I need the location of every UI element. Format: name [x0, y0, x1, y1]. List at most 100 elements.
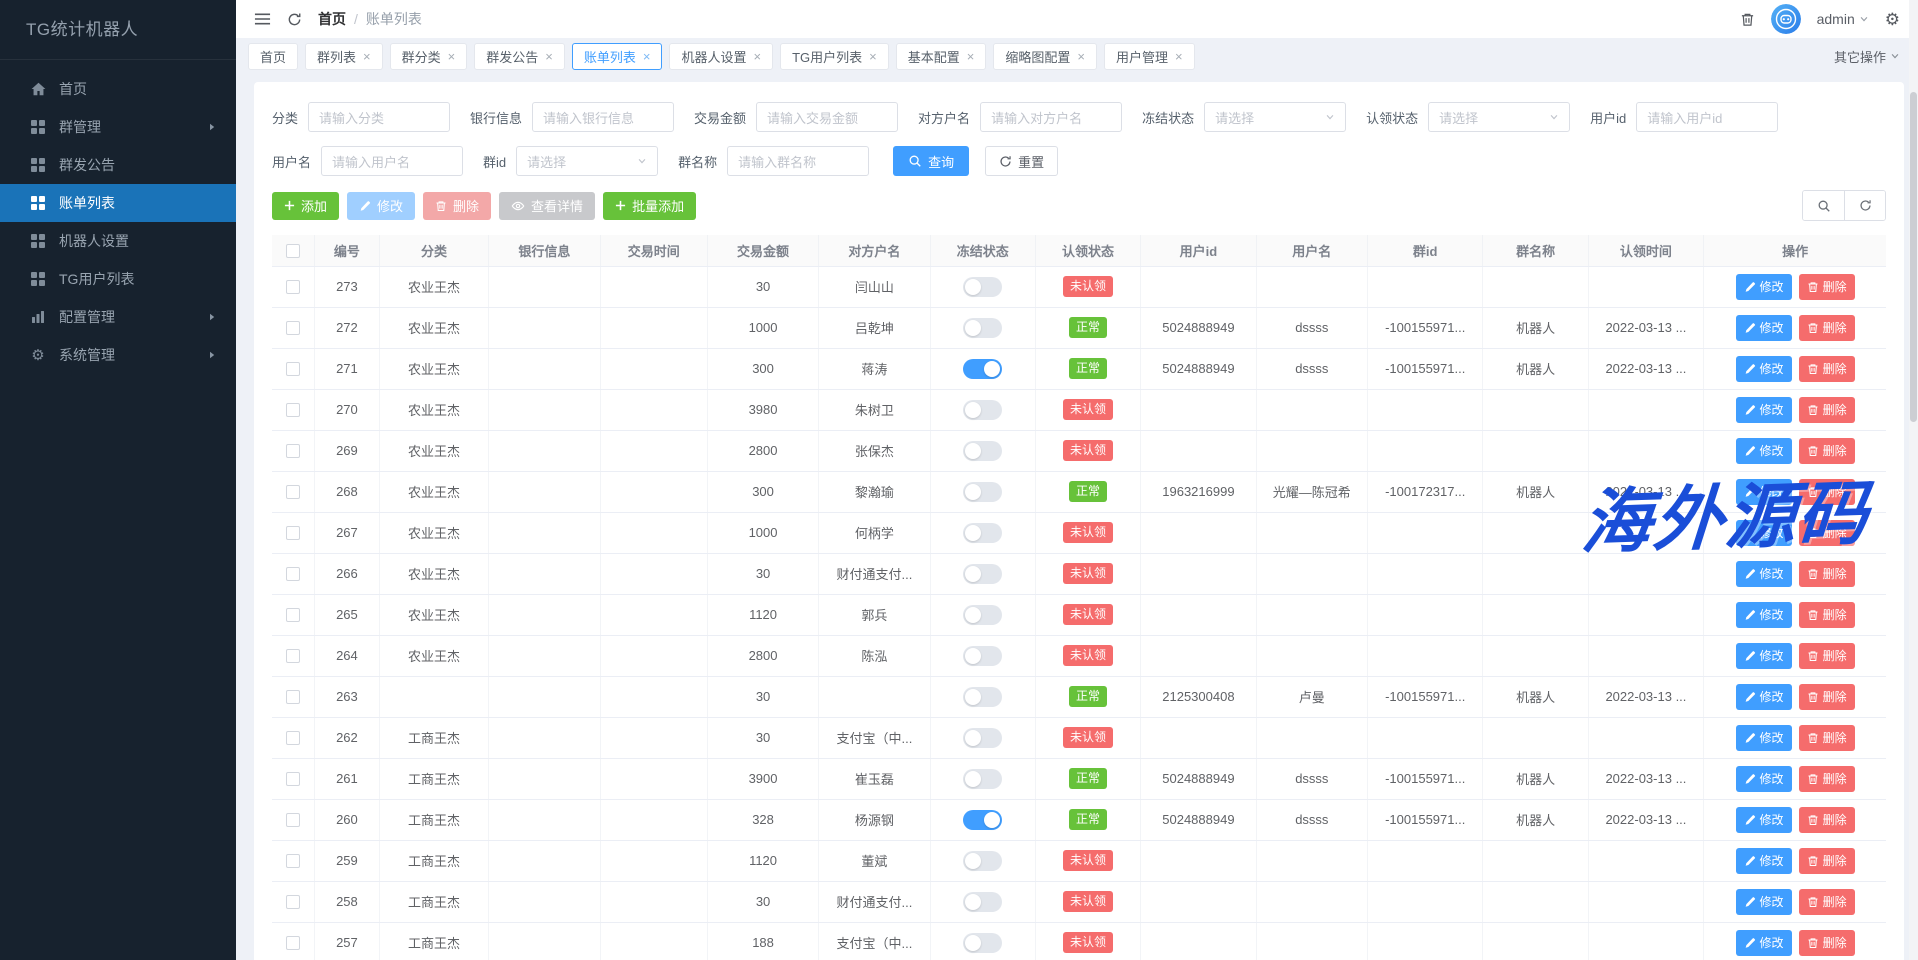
row-edit-button[interactable]: 修改 [1736, 397, 1792, 423]
tab-home[interactable]: 首页 [248, 43, 298, 70]
reset-button[interactable]: 重置 [985, 146, 1058, 176]
close-icon[interactable]: × [643, 49, 651, 64]
row-delete-button[interactable]: 删除 [1799, 315, 1855, 341]
row-checkbox[interactable] [286, 608, 300, 622]
tab-robot-settings[interactable]: 机器人设置× [669, 43, 773, 70]
filter-category-input[interactable]: 请输入分类 [308, 102, 450, 132]
row-checkbox[interactable] [286, 280, 300, 294]
scrollbar-thumb[interactable] [1910, 92, 1917, 422]
close-icon[interactable]: × [1175, 49, 1183, 64]
row-delete-button[interactable]: 删除 [1799, 643, 1855, 669]
frozen-toggle[interactable] [963, 359, 1002, 379]
row-edit-button[interactable]: 修改 [1736, 889, 1792, 915]
filter-user-id-input[interactable]: 请输入用户id [1636, 102, 1778, 132]
frozen-toggle[interactable] [963, 728, 1002, 748]
sidebar-item-group-manage[interactable]: 群管理 [0, 108, 236, 146]
sidebar-item-tg-user-list[interactable]: TG用户列表 [0, 260, 236, 298]
trash-icon[interactable] [1740, 12, 1755, 27]
tab-tg-user-list[interactable]: TG用户列表× [780, 43, 889, 70]
frozen-toggle[interactable] [963, 605, 1002, 625]
row-checkbox[interactable] [286, 526, 300, 540]
table-search-button[interactable] [1803, 191, 1844, 220]
tab-thumbnail-config[interactable]: 缩略图配置× [993, 43, 1097, 70]
frozen-toggle[interactable] [963, 441, 1002, 461]
gear-icon[interactable]: ⚙ [1885, 11, 1900, 28]
row-edit-button[interactable]: 修改 [1736, 315, 1792, 341]
close-icon[interactable]: × [967, 49, 975, 64]
sidebar-item-system-manage[interactable]: ⚙系统管理 [0, 336, 236, 374]
table-refresh-button[interactable] [1844, 191, 1885, 220]
frozen-toggle[interactable] [963, 892, 1002, 912]
row-edit-button[interactable]: 修改 [1736, 602, 1792, 628]
row-edit-button[interactable]: 修改 [1736, 807, 1792, 833]
row-edit-button[interactable]: 修改 [1736, 848, 1792, 874]
row-delete-button[interactable]: 删除 [1799, 438, 1855, 464]
frozen-toggle[interactable] [963, 769, 1002, 789]
refresh-icon[interactable] [287, 12, 302, 27]
frozen-toggle[interactable] [963, 523, 1002, 543]
filter-user-name-input[interactable]: 请输入用户名 [321, 146, 463, 176]
row-checkbox[interactable] [286, 895, 300, 909]
row-checkbox[interactable] [286, 444, 300, 458]
row-edit-button[interactable]: 修改 [1736, 520, 1792, 546]
row-delete-button[interactable]: 删除 [1799, 889, 1855, 915]
add-button[interactable]: 添加 [272, 192, 339, 220]
view-detail-button[interactable]: 查看详情 [499, 192, 595, 220]
hamburger-icon[interactable] [254, 12, 271, 26]
frozen-toggle[interactable] [963, 564, 1002, 584]
close-icon[interactable]: × [363, 49, 371, 64]
frozen-toggle[interactable] [963, 687, 1002, 707]
row-checkbox[interactable] [286, 813, 300, 827]
tab-group-category[interactable]: 群分类× [390, 43, 468, 70]
frozen-toggle[interactable] [963, 400, 1002, 420]
row-edit-button[interactable]: 修改 [1736, 356, 1792, 382]
sidebar-item-home[interactable]: 首页 [0, 70, 236, 108]
row-delete-button[interactable]: 删除 [1799, 602, 1855, 628]
user-menu[interactable]: admin [1817, 11, 1869, 27]
row-checkbox[interactable] [286, 936, 300, 950]
sidebar-item-robot-settings[interactable]: 机器人设置 [0, 222, 236, 260]
close-icon[interactable]: × [545, 49, 553, 64]
filter-amount-input[interactable]: 请输入交易金额 [756, 102, 898, 132]
row-delete-button[interactable]: 删除 [1799, 766, 1855, 792]
sidebar-item-bill-list[interactable]: 账单列表 [0, 184, 236, 222]
sidebar-item-group-broadcast[interactable]: 群发公告 [0, 146, 236, 184]
frozen-toggle[interactable] [963, 646, 1002, 666]
row-delete-button[interactable]: 删除 [1799, 397, 1855, 423]
row-edit-button[interactable]: 修改 [1736, 561, 1792, 587]
row-delete-button[interactable]: 删除 [1799, 274, 1855, 300]
row-checkbox[interactable] [286, 690, 300, 704]
tab-bill-list[interactable]: 账单列表× [572, 43, 663, 70]
row-edit-button[interactable]: 修改 [1736, 479, 1792, 505]
row-edit-button[interactable]: 修改 [1736, 725, 1792, 751]
row-checkbox[interactable] [286, 403, 300, 417]
frozen-toggle[interactable] [963, 318, 1002, 338]
tab-group-list[interactable]: 群列表× [305, 43, 383, 70]
filter-group-name-input[interactable]: 请输入群名称 [727, 146, 869, 176]
row-checkbox[interactable] [286, 731, 300, 745]
filter-payer-name-input[interactable]: 请输入对方户名 [980, 102, 1122, 132]
row-delete-button[interactable]: 删除 [1799, 520, 1855, 546]
row-edit-button[interactable]: 修改 [1736, 766, 1792, 792]
filter-frozen-status-select[interactable]: 请选择 [1204, 102, 1346, 132]
tab-group-broadcast[interactable]: 群发公告× [474, 43, 565, 70]
row-delete-button[interactable]: 删除 [1799, 725, 1855, 751]
frozen-toggle[interactable] [963, 277, 1002, 297]
query-button[interactable]: 查询 [893, 146, 969, 176]
scrollbar-track[interactable] [1909, 0, 1918, 960]
row-delete-button[interactable]: 删除 [1799, 479, 1855, 505]
row-checkbox[interactable] [286, 567, 300, 581]
row-checkbox[interactable] [286, 321, 300, 335]
edit-button[interactable]: 修改 [347, 192, 415, 220]
tab-basic-config[interactable]: 基本配置× [896, 43, 987, 70]
row-delete-button[interactable]: 删除 [1799, 930, 1855, 956]
row-delete-button[interactable]: 删除 [1799, 356, 1855, 382]
frozen-toggle[interactable] [963, 810, 1002, 830]
more-operations[interactable]: 其它操作 [1834, 47, 1906, 66]
row-edit-button[interactable]: 修改 [1736, 274, 1792, 300]
row-checkbox[interactable] [286, 649, 300, 663]
close-icon[interactable]: × [1077, 49, 1085, 64]
row-delete-button[interactable]: 删除 [1799, 807, 1855, 833]
filter-claim-status-select[interactable]: 请选择 [1428, 102, 1570, 132]
row-checkbox[interactable] [286, 854, 300, 868]
